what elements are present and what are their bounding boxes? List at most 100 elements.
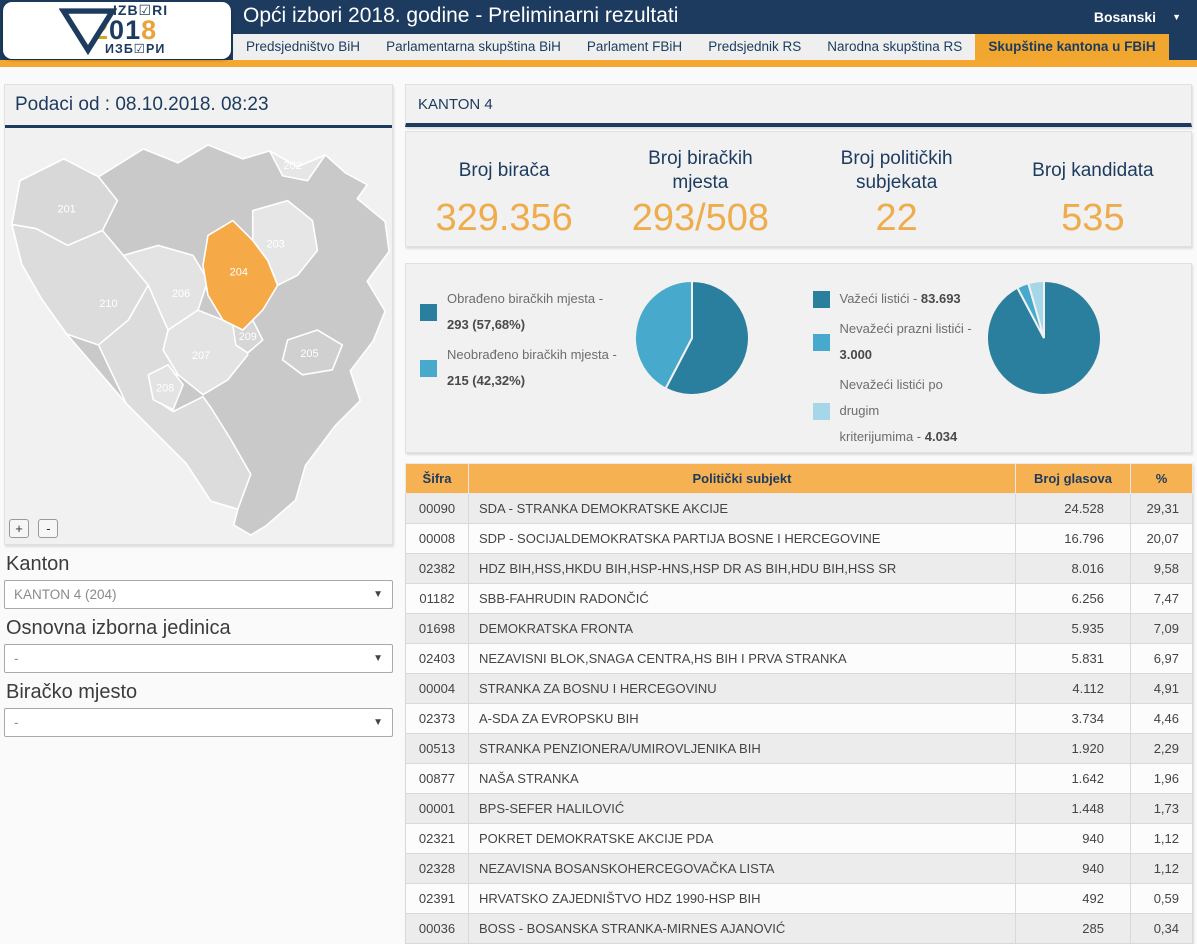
cell-party: POKRET DEMOKRATSKE AKCIJE PDA — [469, 824, 1016, 854]
nav-tab-5[interactable]: Skupštine kantona u FBiH — [975, 34, 1168, 60]
summary-stats-panel: Broj birača329.356Broj biračkih mjesta29… — [405, 131, 1192, 247]
filters: KantonKANTON 4 (204)▼Osnovna izborna jed… — [4, 553, 393, 737]
cell-party: SBB-FAHRUDIN RADONČIĆ — [469, 584, 1016, 614]
nav-tab-0[interactable]: Predsjedništvo BiH — [233, 34, 373, 60]
stat-2: Broj političkih subjekata22 — [799, 132, 995, 246]
cell-party: SDA - STRANKA DEMOKRATSKE AKCIJE — [469, 494, 1016, 524]
filter-selected-value: KANTON 4 (204) — [14, 587, 117, 602]
table-row: 02328NEZAVISNA BOSANSKOHERCEGOVAČKA LIST… — [406, 854, 1193, 884]
chart-ballots: Važeći listići - 83.693 Nevažeći prazni l… — [799, 264, 1192, 452]
pie-charts-panel: Obrađeno biračkih mjesta -293 (57,68%)Ne… — [405, 263, 1192, 453]
stat-label: Broj biračkih mjesta — [602, 147, 798, 195]
cell-party: NAŠA STRANKA — [469, 764, 1016, 794]
cell-party: A-SDA ZA EVROPSKU BIH — [469, 704, 1016, 734]
legend-item: Nevažeći listići po drugimkriterijumima … — [813, 372, 983, 450]
map-zoom-in-button[interactable]: + — [9, 519, 29, 538]
main-nav: Predsjedništvo BiHParlamentarna skupštin… — [233, 34, 1197, 60]
cell-code: 02391 — [406, 884, 469, 914]
stat-3: Broj kandidata535 — [995, 132, 1191, 246]
cell-percent: 29,31 — [1131, 494, 1193, 524]
table-row: 02321POKRET DEMOKRATSKE AKCIJE PDA9401,1… — [406, 824, 1193, 854]
cell-code: 02403 — [406, 644, 469, 674]
cell-percent: 20,07 — [1131, 524, 1193, 554]
cell-code: 00090 — [406, 494, 469, 524]
filter-select-2[interactable]: -▼ — [4, 708, 393, 737]
cell-votes: 940 — [1016, 824, 1131, 854]
cell-code: 02328 — [406, 854, 469, 884]
filter-select-0[interactable]: KANTON 4 (204)▼ — [4, 580, 393, 609]
cell-votes: 4.112 — [1016, 674, 1131, 704]
nav-tab-2[interactable]: Parlament FBiH — [574, 34, 695, 60]
table-body: 00090SDA - STRANKA DEMOKRATSKE AKCIJE24.… — [406, 494, 1193, 944]
table-row: 02403NEZAVISNI BLOK,SNAGA CENTRA,HS BIH … — [406, 644, 1193, 674]
stat-value: 329.356 — [406, 197, 602, 240]
cell-party: BPS-SEFER HALILOVIĆ — [469, 794, 1016, 824]
stat-1: Broj biračkih mjesta293/508 — [602, 132, 798, 246]
cell-votes: 16.796 — [1016, 524, 1131, 554]
cell-party: NEZAVISNA BOSANSKOHERCEGOVAČKA LISTA — [469, 854, 1016, 884]
main-content: KANTON 4 Broj birača329.356Broj biračkih… — [405, 84, 1192, 944]
cell-votes: 285 — [1016, 914, 1131, 944]
nav-tab-1[interactable]: Parlamentarna skupština BiH — [373, 34, 574, 60]
cell-percent: 9,58 — [1131, 554, 1193, 584]
cell-percent: 0,34 — [1131, 914, 1193, 944]
language-label: Bosanski — [1094, 9, 1156, 25]
legend-swatch-icon — [420, 360, 437, 377]
legend-swatch-icon — [813, 403, 830, 420]
cell-party: HDZ BIH,HSS,HKDU BIH,HSP-HNS,HSP DR AS B… — [469, 554, 1016, 584]
table-row: 00877NAŠA STRANKA1.6421,96 — [406, 764, 1193, 794]
cell-party: DEMOKRATSKA FRONTA — [469, 614, 1016, 644]
cell-percent: 2,29 — [1131, 734, 1193, 764]
cell-code: 00004 — [406, 674, 469, 704]
nav-tab-4[interactable]: Narodna skupština RS — [814, 34, 975, 60]
filter-selected-value: - — [14, 715, 19, 730]
cell-code: 02321 — [406, 824, 469, 854]
table-row: 02391HRVATSKO ZAJEDNIŠTVO HDZ 1990-HSP B… — [406, 884, 1193, 914]
table-row: 01182SBB-FAHRUDIN RADONČIĆ6.2567,47 — [406, 584, 1193, 614]
stat-label: Broj političkih subjekata — [799, 147, 995, 195]
page-title: Opći izbori 2018. godine - Preliminarni … — [243, 4, 678, 28]
nav-tab-3[interactable]: Predsjednik RS — [695, 34, 814, 60]
cell-party: HRVATSKO ZAJEDNIŠTVO HDZ 1990-HSP BIH — [469, 884, 1016, 914]
cell-votes: 5.831 — [1016, 644, 1131, 674]
cell-code: 00513 — [406, 734, 469, 764]
cell-code: 00008 — [406, 524, 469, 554]
cell-code: 00877 — [406, 764, 469, 794]
chevron-down-icon: ▼ — [373, 645, 383, 672]
table-row: 00008SDP - SOCIJALDEMOKRATSKA PARTIJA BO… — [406, 524, 1193, 554]
table-row: 01698DEMOKRATSKA FRONTA5.9357,09 — [406, 614, 1193, 644]
cell-votes: 8.016 — [1016, 554, 1131, 584]
cell-percent: 7,09 — [1131, 614, 1193, 644]
logo-triangle-icon — [59, 7, 117, 55]
legend-item: Važeći listići - 83.693 — [813, 286, 983, 312]
legend-swatch-icon — [813, 334, 830, 351]
table-row: 00090SDA - STRANKA DEMOKRATSKE AKCIJE24.… — [406, 494, 1193, 524]
map-zoom-out-button[interactable]: - — [38, 519, 58, 538]
bih-map: 201210206207208209203202205204 — [5, 129, 393, 539]
filter-label-0: Kanton — [6, 553, 393, 576]
legend-text: Neobrađeno biračkih mjesta -215 (42,32%) — [447, 342, 617, 394]
table-row: 02373A-SDA ZA EVROPSKU BIH3.7344,46 — [406, 704, 1193, 734]
chart-polling-stations: Obrađeno biračkih mjesta -293 (57,68%)Ne… — [406, 264, 799, 452]
cell-votes: 1.448 — [1016, 794, 1131, 824]
cell-code: 02382 — [406, 554, 469, 584]
filter-select-1[interactable]: -▼ — [4, 644, 393, 673]
cell-votes: 24.528 — [1016, 494, 1131, 524]
region-title: KANTON 4 — [406, 85, 1191, 124]
chart-legend: Obrađeno biračkih mjesta -293 (57,68%)Ne… — [406, 276, 630, 452]
legend-text: Važeći listići - 83.693 — [840, 286, 961, 312]
cell-party: BOSS - BOSANSKA STRANKA-MIRNES AJANOVIĆ — [469, 914, 1016, 944]
cell-party: STRANKA PENZIONERA/UMIROVLJENIKA BIH — [469, 734, 1016, 764]
column-header-0: Šifra — [406, 464, 469, 494]
legend-text: Nevažeći prazni listići -3.000 — [840, 316, 972, 368]
cell-party: NEZAVISNI BLOK,SNAGA CENTRA,HS BIH I PRV… — [469, 644, 1016, 674]
language-selector[interactable]: Bosanski▼ — [1094, 9, 1181, 25]
table-header-row: ŠifraPolitički subjektBroj glasova% — [406, 464, 1193, 494]
cell-votes: 1.642 — [1016, 764, 1131, 794]
cell-votes: 940 — [1016, 854, 1131, 884]
filter-selected-value: - — [14, 651, 19, 666]
legend-text: Obrađeno biračkih mjesta -293 (57,68%) — [447, 286, 603, 338]
region-title-panel: KANTON 4 — [405, 84, 1192, 127]
logo[interactable]: IZB☑RI 2018 ИЗБ☑РИ — [3, 2, 231, 59]
stat-label: Broj kandidata — [995, 147, 1191, 195]
